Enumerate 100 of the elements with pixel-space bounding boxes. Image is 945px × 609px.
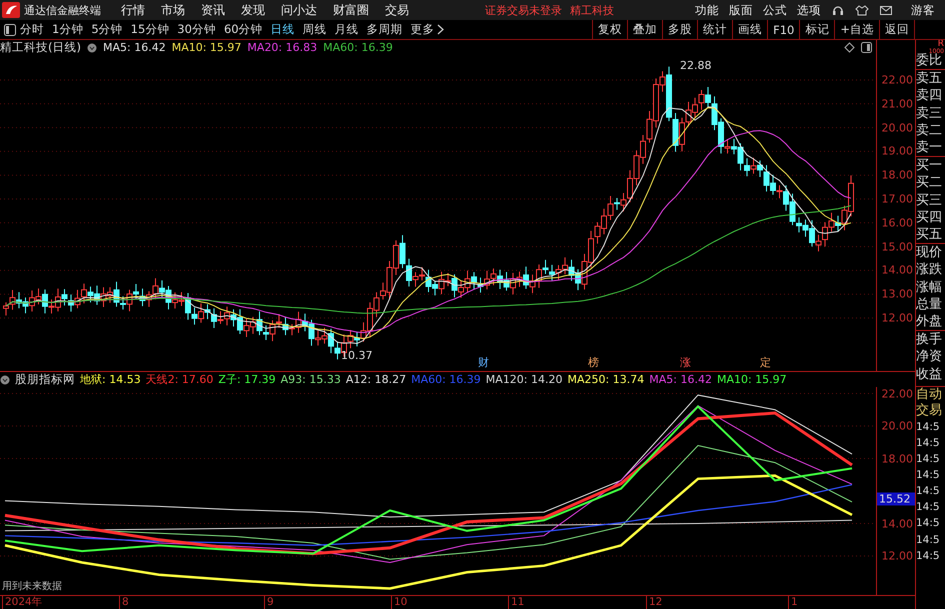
axis-tick-label: 20.00	[882, 420, 913, 432]
login-notice[interactable]: 证券交易未登录	[485, 2, 562, 18]
trade-time: 14:5	[916, 484, 941, 500]
quote-label: 净资	[916, 348, 943, 366]
quote-label: 买一	[916, 156, 945, 174]
axis-tick-label: 18.00	[882, 452, 913, 465]
event-marker[interactable]: 定	[760, 355, 771, 370]
menu-item[interactable]: 财富圈	[333, 2, 369, 18]
circle-icon[interactable]	[0, 374, 10, 384]
axis-tick-label: 12.00	[882, 550, 913, 562]
legend-value: MA120: 14.20	[486, 373, 563, 386]
date-label: 1	[788, 596, 798, 609]
quote-label: 买二	[916, 174, 943, 192]
menu-item[interactable]: 版面	[729, 2, 753, 18]
quote-label: 外盘	[916, 313, 943, 330]
menu-item[interactable]: 发现	[241, 2, 265, 18]
period-tab[interactable]: 周线	[302, 22, 327, 37]
legend-value: MA10: 15.97	[172, 41, 242, 54]
price-tick: 20.00	[882, 121, 913, 134]
menu-item[interactable]: 问小达	[281, 2, 317, 18]
current-value-label: 15.52	[877, 492, 915, 506]
menu-item[interactable]: 交易	[385, 2, 409, 18]
more-button[interactable]: 更多	[410, 22, 435, 37]
quote-label: 卖三	[916, 104, 943, 122]
trade-time: 14:5	[916, 532, 941, 548]
app-name: 通达信金融终端	[24, 2, 101, 18]
event-marker[interactable]: 榜	[588, 355, 599, 370]
price-tick: 13.00	[882, 288, 913, 301]
date-label: 11	[508, 596, 524, 609]
price-tick: 21.00	[882, 97, 913, 110]
trade-label: 交易	[916, 402, 943, 419]
date-label: 10	[391, 596, 408, 609]
legend-value: A93: 15.33	[280, 373, 341, 386]
price-tick: 16.00	[882, 216, 913, 230]
menu-item[interactable]: 公式	[763, 2, 787, 18]
price-tick: 12.00	[882, 312, 913, 324]
panel-toggle-icon[interactable]	[4, 24, 16, 36]
stock-name: 精工科技	[570, 2, 614, 18]
legend-value: MA5: 16.42	[102, 41, 166, 54]
period-tab[interactable]: 月线	[334, 22, 359, 37]
quote-label: 买五	[916, 226, 943, 244]
quote-label: 卖四	[916, 87, 943, 105]
low-price-label: 10.37	[341, 349, 372, 362]
quote-label: 买四	[916, 208, 943, 226]
menu-item[interactable]: 功能	[695, 2, 719, 18]
period-tab[interactable]: 日线	[270, 22, 295, 37]
menu-item[interactable]: 选项	[797, 2, 821, 18]
panel-icon[interactable]	[861, 42, 872, 53]
indicator-name: 股朋指标网	[15, 372, 75, 387]
quote-label: 收益	[916, 366, 943, 383]
chart-title: 精工科技(日线)	[0, 40, 81, 55]
event-marker[interactable]: 涨	[680, 355, 691, 370]
quote-label: 买三	[916, 192, 943, 209]
menu-item[interactable]: 资讯	[201, 2, 225, 18]
mail-icon[interactable]	[879, 3, 893, 17]
price-tick: 15.00	[882, 240, 913, 254]
event-marker[interactable]: 财	[478, 355, 489, 370]
legend-value: 天线2: 17.60	[146, 372, 214, 387]
legend-value: A12: 18.27	[346, 373, 406, 386]
trade-label: 自动	[916, 386, 945, 403]
period-tab[interactable]: 60分钟	[224, 22, 263, 37]
price-tick: 14.00	[882, 264, 913, 277]
trade-time: 14:5	[916, 548, 941, 564]
quote-label: 卖二	[916, 122, 943, 140]
legend-value: MA60: 16.39	[411, 373, 481, 386]
quote-label: 换手	[916, 330, 945, 348]
trade-time: 14:5	[916, 468, 941, 484]
circle-icon[interactable]	[86, 42, 97, 52]
period-tab[interactable]: 1分钟	[52, 22, 84, 37]
period-tab[interactable]: 15分钟	[130, 22, 170, 37]
trade-time: 14:5	[916, 420, 941, 435]
guest-user[interactable]: 游客	[911, 2, 935, 18]
trade-time: 14:5	[916, 452, 941, 468]
price-tick: 17.00	[882, 192, 913, 206]
quote-label: 涨幅	[916, 278, 943, 296]
menu-item[interactable]: 市场	[161, 2, 185, 18]
axis-tick-label: 22.00	[882, 387, 913, 400]
period-tab[interactable]: 分时	[20, 22, 44, 37]
date-label: 8	[119, 596, 129, 609]
quote-label: 委比	[916, 53, 942, 70]
legend-value: MA250: 13.74	[568, 373, 644, 386]
date-label: 9	[264, 596, 274, 609]
shirt-icon[interactable]	[855, 3, 869, 17]
quote-label: 卖一	[916, 139, 943, 156]
trade-time: 14:5	[916, 500, 941, 516]
diamond-icon[interactable]	[844, 42, 855, 53]
toolbar-button[interactable]: 返回	[879, 20, 915, 39]
legend-value: MA60: 16.39	[323, 41, 393, 54]
axis-tick-label: 14.00	[882, 517, 913, 530]
period-tab[interactable]: 30分钟	[177, 22, 216, 37]
high-price-label: 22.88	[680, 59, 712, 72]
trade-time: 14:5	[916, 516, 941, 532]
quote-label: 现价	[916, 243, 945, 262]
menu-item[interactable]: 行情	[121, 2, 145, 18]
date-label: 12	[646, 596, 662, 609]
price-tick: 19.00	[882, 144, 913, 158]
legend-value: MA20: 16.83	[247, 41, 318, 54]
period-tab[interactable]: 多周期	[366, 22, 403, 37]
period-tab[interactable]: 5分钟	[91, 22, 123, 37]
quote-label: 涨跌	[916, 261, 943, 279]
